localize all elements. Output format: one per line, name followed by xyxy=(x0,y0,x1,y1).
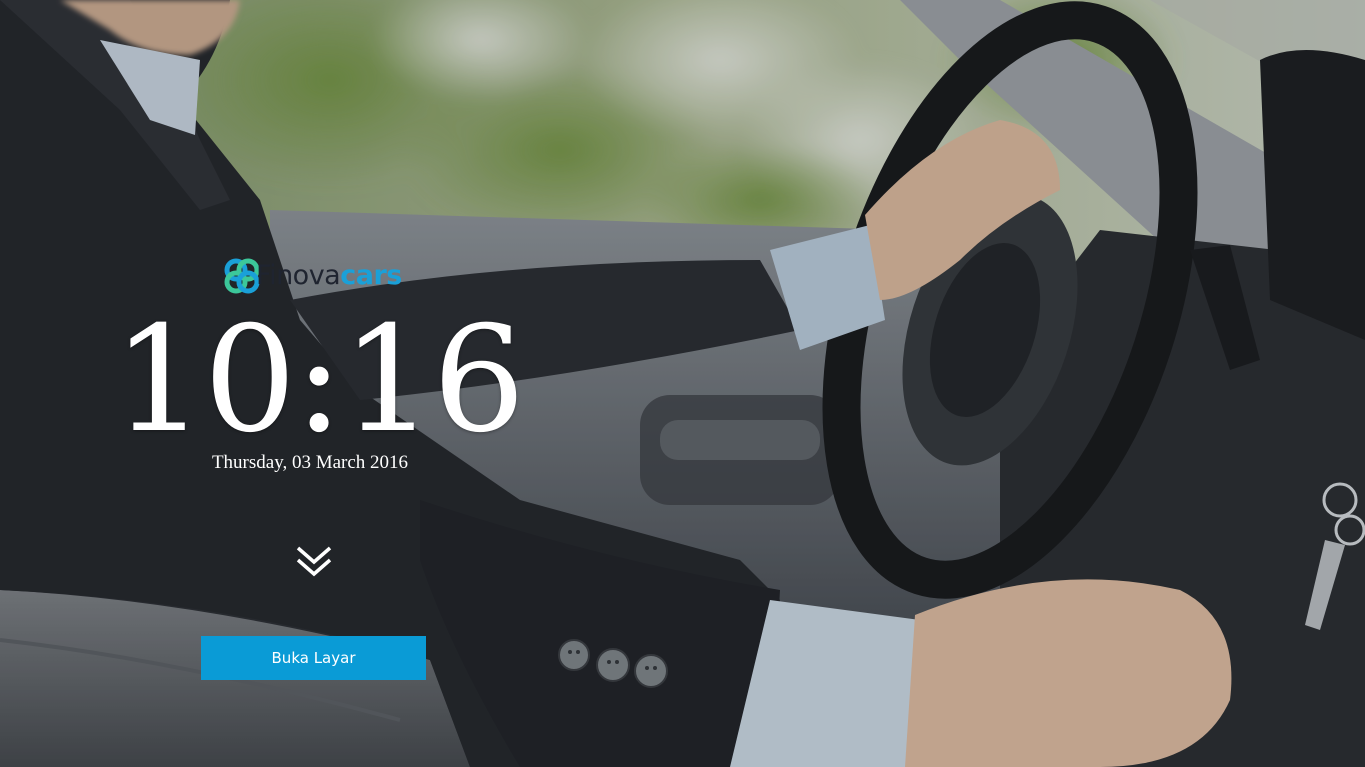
clock-date: Thursday, 03 March 2016 xyxy=(211,452,409,473)
logo-text-part1: Finova xyxy=(256,260,341,291)
logo-wordmark: Finovacars xyxy=(256,256,402,296)
clock-time: 10:16 xyxy=(112,295,526,465)
logo-text-part2: cars xyxy=(340,260,402,291)
finovacars-logo: Finovacars xyxy=(222,256,402,296)
unlock-screen-button[interactable]: Buka Layar xyxy=(201,636,426,680)
double-chevron-down-icon[interactable] xyxy=(294,542,334,582)
